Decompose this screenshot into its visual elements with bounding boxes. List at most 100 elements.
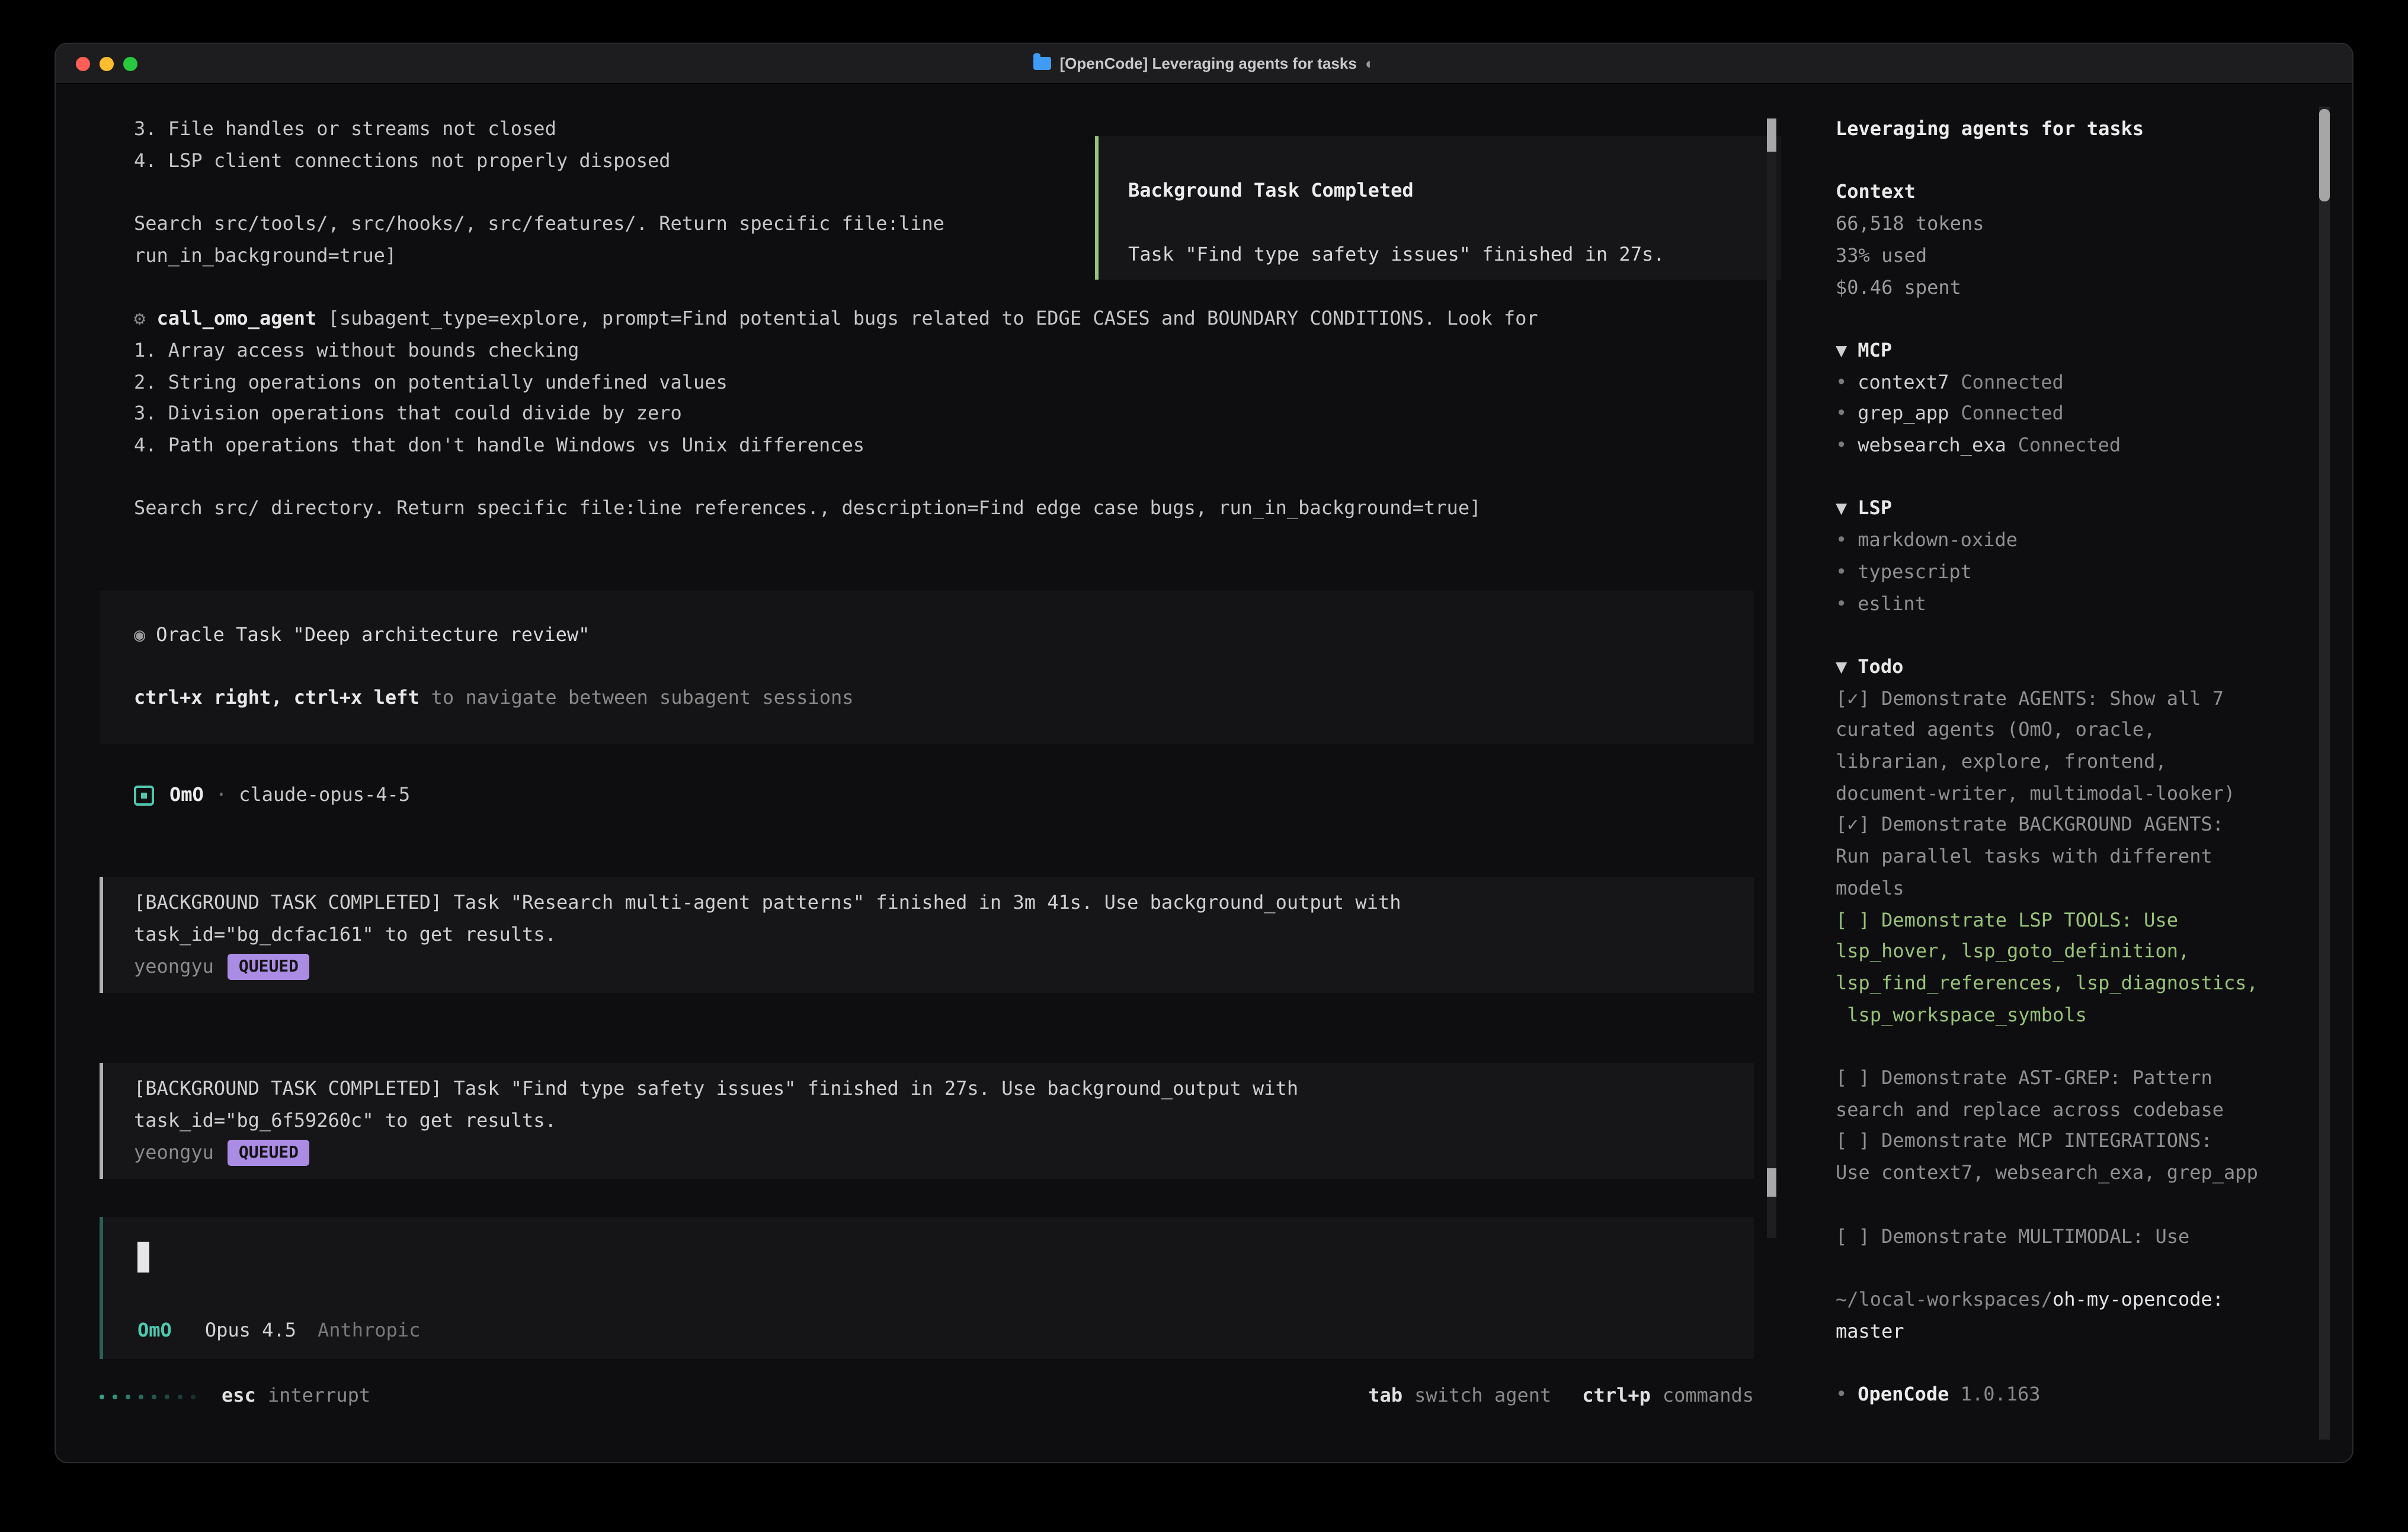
tab-key-label: tab — [1368, 1381, 1402, 1412]
commands-action-label: commands — [1663, 1381, 1754, 1412]
lsp-name: typescript — [1858, 560, 1972, 583]
todo-item-done: [✓] Demonstrate BACKGROUND AGENTS: Run p… — [1836, 810, 2272, 905]
lsp-header-label: LSP — [1858, 497, 1892, 520]
agent-model: claude-opus-4-5 — [239, 780, 410, 811]
bullet-icon: • — [1836, 592, 1847, 614]
context-tokens: 66,518 tokens — [1836, 209, 2272, 240]
main-scrollbar-thumb[interactable] — [1767, 1168, 1776, 1197]
tab-hint: tab switch agent — [1368, 1381, 1551, 1412]
bullet-icon: • — [1836, 402, 1847, 425]
oracle-task-label: Oracle Task "Deep architecture review" — [156, 623, 590, 646]
record-dot-icon: ◉ — [134, 623, 145, 646]
tool-call-line: ⚙ call_omo_agent [subagent_type=explore,… — [134, 303, 1754, 335]
agent-header: OmO · claude-opus-4-5 — [100, 780, 1754, 812]
separator-dot: · — [216, 780, 227, 811]
bullet-icon: • — [1836, 1383, 1847, 1405]
mcp-status: Connected — [2018, 434, 2121, 456]
todo-header-label: Todo — [1858, 655, 1903, 678]
lsp-name: markdown-oxide — [1858, 528, 2018, 551]
mcp-section-header[interactable]: ▼ MCP — [1836, 335, 2272, 367]
notification-body: Task "Find type safety issues" finished … — [1128, 239, 1753, 270]
shortcut-keys: ctrl+x right, ctrl+x left — [134, 687, 420, 709]
notification-title: Background Task Completed — [1128, 175, 1753, 207]
main-area: 3. File handles or streams not closed 4.… — [100, 82, 1754, 1412]
commands-hint: ctrl+p commands — [1582, 1381, 1754, 1412]
todo-item-pending: [ ] Demonstrate MULTIMODAL: Use — [1836, 1221, 2272, 1252]
sidebar-scrollbar-thumb[interactable] — [2319, 109, 2330, 201]
folder-icon — [1033, 57, 1051, 70]
task-message-meta: yeongyu QUEUED — [134, 951, 1723, 982]
close-window-button[interactable] — [76, 57, 90, 71]
subagent-nav-hint: ctrl+x right, ctrl+x left to navigate bet… — [134, 683, 1719, 714]
collapse-triangle-icon: ▼ — [1836, 497, 1847, 520]
minimize-window-button[interactable] — [100, 57, 114, 71]
window-title-text: [OpenCode] Leveraging agents for tasks — [1059, 44, 1356, 83]
log-line — [134, 461, 1754, 493]
status-bar: esc interrupt tab switch agent ctrl+p co… — [100, 1381, 1754, 1412]
model-selector[interactable]: OmO Opus 4.5 Anthropic — [137, 1315, 420, 1346]
mcp-status: Connected — [1961, 402, 2063, 425]
bullet-icon: • — [1836, 434, 1847, 456]
log-line: 2. String operations on potentially unde… — [134, 367, 1754, 398]
mcp-item: • grep_app Connected — [1836, 399, 2272, 430]
workspace-repo: oh-my-opencode: — [2052, 1288, 2224, 1310]
mcp-item: • websearch_exa Connected — [1836, 430, 2272, 461]
esc-hint: esc interrupt — [222, 1381, 370, 1412]
gear-icon: ⚙ — [134, 307, 145, 329]
collapse-triangle-icon: ▼ — [1836, 339, 1847, 361]
todo-item-pending: [ ] Demonstrate MCP INTEGRATIONS: Use co… — [1836, 1126, 2272, 1190]
active-model-name: Opus 4.5 — [205, 1318, 296, 1341]
prompt-input[interactable]: OmO Opus 4.5 Anthropic — [100, 1217, 1754, 1360]
mcp-status: Connected — [1961, 370, 2063, 393]
main-scrollbar-track — [1767, 118, 1776, 1238]
activity-indicator-icon: ◐ — [1365, 44, 1375, 83]
background-task-message: [BACKGROUND TASK COMPLETED] Task "Find t… — [100, 1063, 1754, 1179]
agent-checkbox-icon — [134, 786, 154, 806]
mcp-name: grep_app — [1858, 402, 1949, 425]
collapse-triangle-icon: ▼ — [1836, 655, 1847, 678]
model-provider: Anthropic — [318, 1318, 420, 1341]
sidebar: Leveraging agents for tasks Context 66,5… — [1836, 82, 2272, 1411]
agent-name: OmO — [169, 780, 204, 811]
background-task-message: [BACKGROUND TASK COMPLETED] Task "Resear… — [100, 877, 1754, 993]
task-user: yeongyu — [134, 1140, 214, 1163]
mcp-header-label: MCP — [1858, 339, 1892, 361]
main-scrollbar-thumb[interactable] — [1767, 118, 1776, 152]
todo-item-pending: [ ] Demonstrate AST-GREP: Pattern search… — [1836, 1063, 2272, 1126]
todo-item-done: [✓] Demonstrate AGENTS: Show all 7 curat… — [1836, 683, 2272, 810]
log-line: 1. Array access without bounds checking — [134, 335, 1754, 367]
lsp-item: • eslint — [1836, 588, 2272, 620]
mcp-name: context7 — [1858, 370, 1949, 393]
bullet-icon: • — [1836, 560, 1847, 583]
bullet-icon: • — [1836, 528, 1847, 551]
task-user: yeongyu — [134, 954, 214, 977]
mcp-item: •context7Connected — [1836, 367, 2272, 398]
task-message-text: [BACKGROUND TASK COMPLETED] Task "Resear… — [134, 887, 1723, 951]
lsp-item: • markdown-oxide — [1836, 525, 2272, 556]
spinner-dots-icon — [100, 1394, 196, 1399]
tab-action-label: switch agent — [1414, 1381, 1551, 1412]
todo-section-header[interactable]: ▼ Todo — [1836, 652, 2272, 683]
log-line: 3. Division operations that could divide… — [134, 399, 1754, 430]
status-badge: QUEUED — [228, 1139, 309, 1165]
version-line: •OpenCode 1.0.163 — [1836, 1379, 2272, 1411]
app-version: 1.0.163 — [1949, 1383, 2040, 1405]
window-controls — [76, 57, 137, 71]
text-cursor — [137, 1242, 149, 1273]
titlebar: [OpenCode] Leveraging agents for tasks ◐ — [56, 44, 2352, 84]
esc-key-label: esc — [222, 1381, 256, 1412]
background-task-notification: Background Task Completed Task "Find typ… — [1095, 136, 1781, 280]
zoom-window-button[interactable] — [123, 57, 137, 71]
workspace-path-prefix: ~/local-workspaces/ — [1836, 1288, 2052, 1310]
lsp-name: eslint — [1858, 592, 1926, 614]
status-badge: QUEUED — [228, 953, 309, 979]
window-title: [OpenCode] Leveraging agents for tasks ◐ — [1033, 44, 1374, 83]
shortcut-description: to navigate between subagent sessions — [431, 687, 854, 709]
terminal-window: [OpenCode] Leveraging agents for tasks ◐… — [56, 44, 2352, 1462]
active-agent-name: OmO — [137, 1318, 172, 1341]
sidebar-scrollbar-track — [2319, 107, 2330, 1440]
tool-call-args: [subagent_type=explore, prompt=Find pote… — [316, 307, 1538, 329]
lsp-section-header[interactable]: ▼ LSP — [1836, 493, 2272, 525]
lsp-item: • typescript — [1836, 557, 2272, 588]
mcp-name: websearch_exa — [1858, 434, 2006, 456]
